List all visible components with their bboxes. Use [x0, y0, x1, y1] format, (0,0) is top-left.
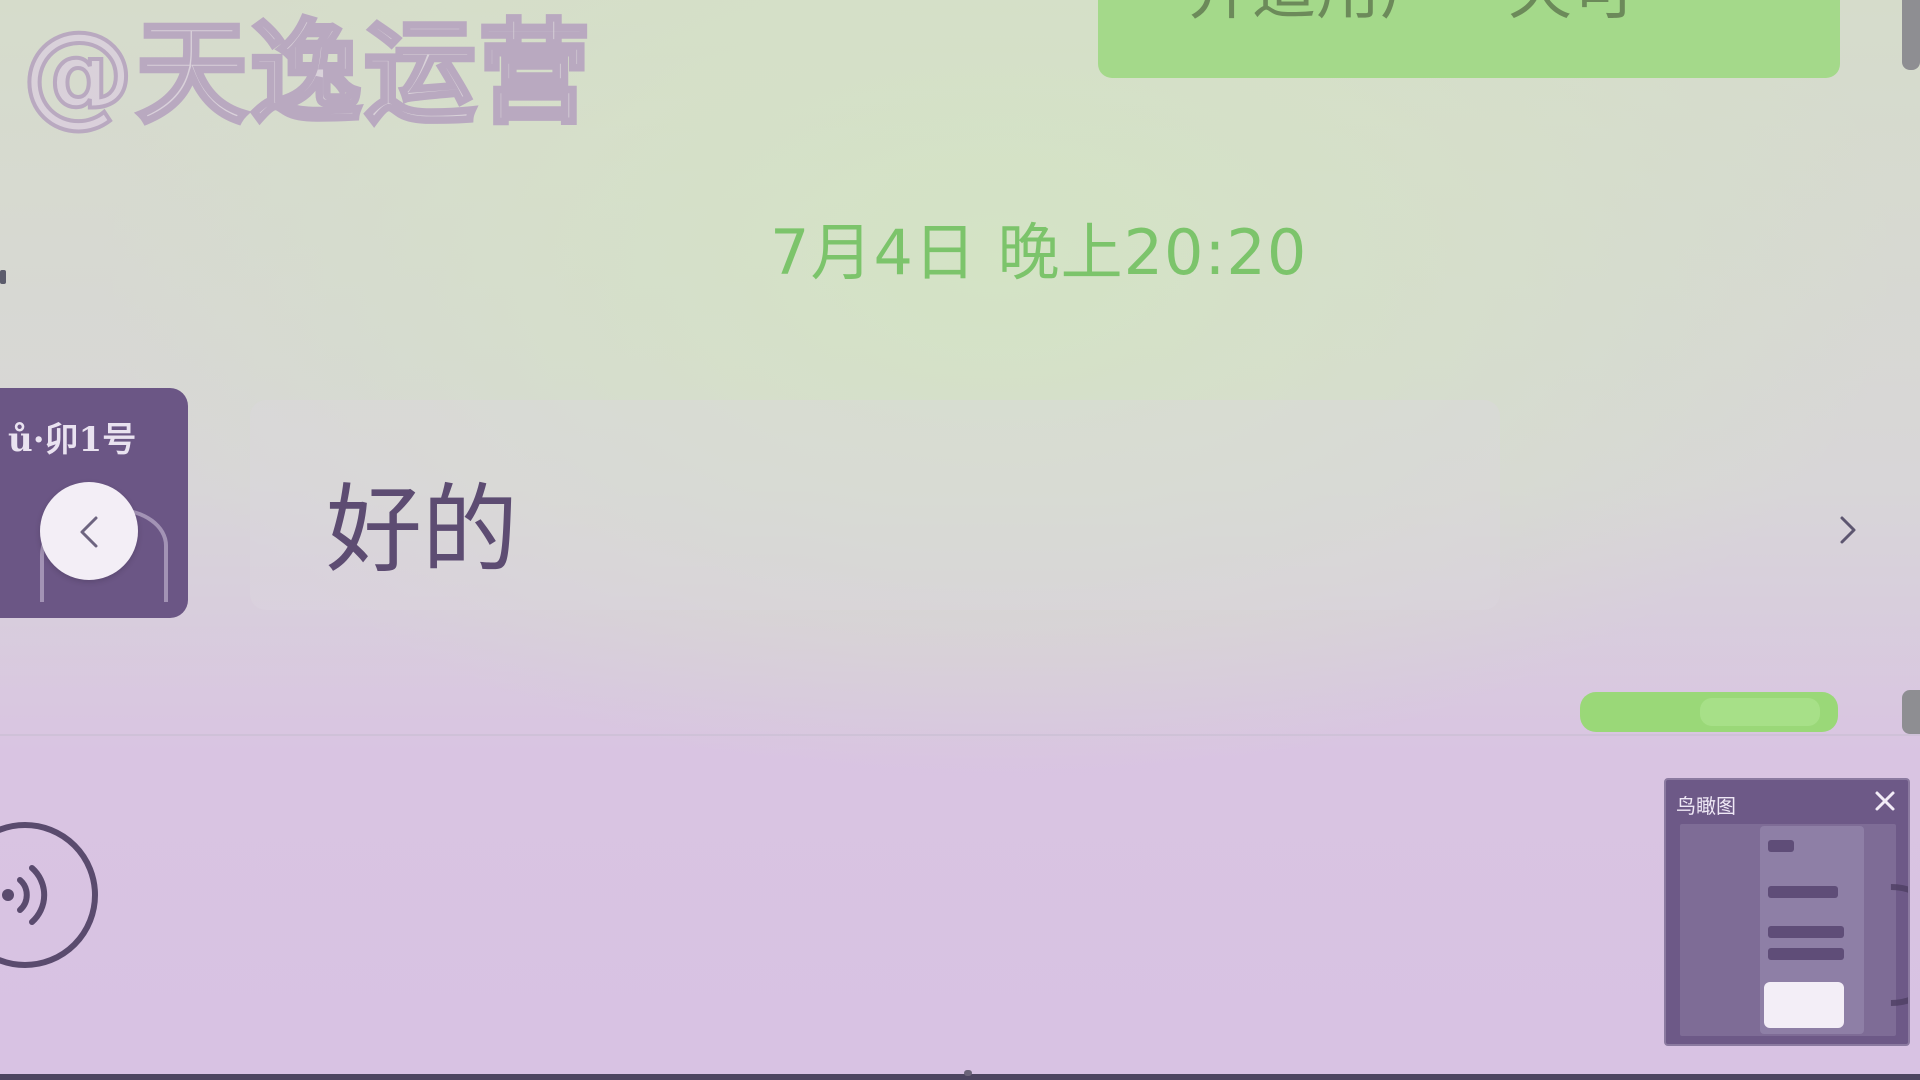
previous-button[interactable]	[40, 482, 138, 580]
close-button[interactable]	[1870, 786, 1900, 816]
watermark-text: @天逸运营	[20, 9, 592, 139]
close-icon	[1875, 791, 1895, 811]
preview-card	[1764, 982, 1844, 1028]
sent-message-bubble: 并适用户一天可	[1098, 0, 1840, 78]
floating-window-title: 鸟瞰图	[1676, 794, 1736, 818]
bottom-bar	[0, 1074, 1920, 1080]
floating-preview-window[interactable]: 鸟瞰图	[1664, 778, 1910, 1046]
edge-scroll-handle-2[interactable]	[1902, 690, 1920, 734]
preview-bar	[1768, 840, 1794, 852]
message-timestamp: 7月4日 晚上20:20	[770, 216, 1308, 289]
sent-message-bubble-2	[1580, 692, 1838, 732]
voice-icon	[0, 822, 98, 968]
home-indicator	[964, 1070, 972, 1076]
avatar-graphic: ů·卯1号	[8, 420, 137, 460]
voice-input-button[interactable]	[0, 820, 100, 970]
divider	[0, 734, 1920, 736]
edge-marker	[0, 270, 6, 284]
chevron-left-icon	[80, 516, 98, 548]
bubble-highlight	[1700, 698, 1820, 726]
sent-message-text: 并适用户一天可	[1188, 0, 1636, 32]
next-button[interactable]	[1828, 506, 1868, 554]
preview-bar	[1768, 886, 1838, 898]
received-message-text: 好的	[326, 474, 518, 586]
preview-thumbnail	[1680, 824, 1908, 1036]
edge-scroll-handle[interactable]	[1902, 0, 1920, 70]
chevron-right-icon	[1840, 516, 1856, 544]
